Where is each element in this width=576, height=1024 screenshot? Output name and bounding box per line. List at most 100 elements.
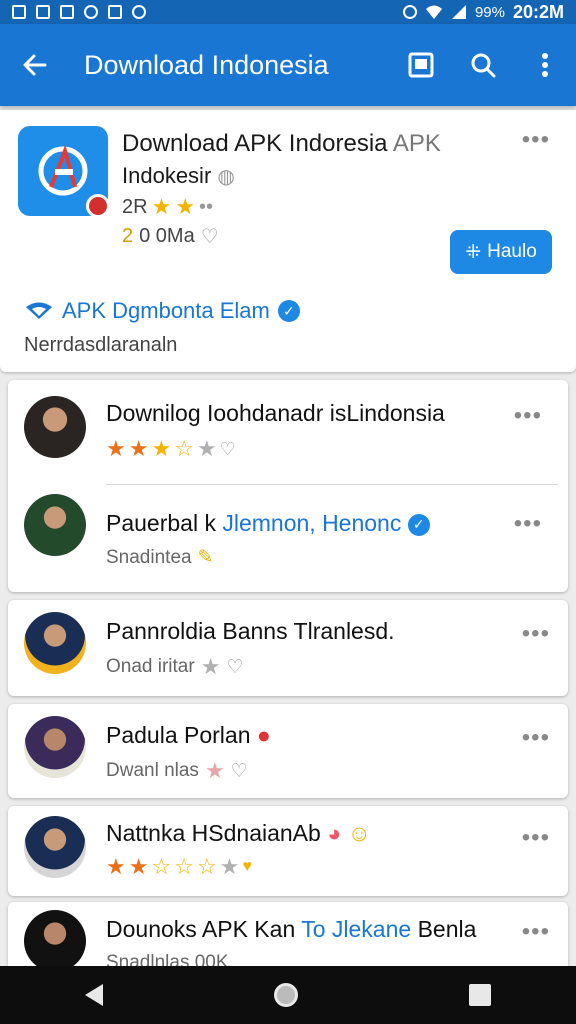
more-button[interactable]: ••• <box>522 824 550 852</box>
item-subtitle-text: Snadintea <box>106 546 192 568</box>
status-bar: 99% 20:2M <box>0 0 576 24</box>
star-icon: ★ <box>106 436 126 461</box>
install-button[interactable]: ⁜ Haulo <box>450 230 552 274</box>
size-text: 0 0Ma <box>139 225 195 247</box>
app-logo-icon <box>38 144 88 196</box>
developer-link[interactable]: APK Dgmbonta Elam ✓ <box>24 298 300 324</box>
list-item[interactable]: Pannroldia Banns Tlranlesd. Onad iritar … <box>8 600 568 696</box>
thumbs-up-icon: ♡ <box>200 226 219 248</box>
more-vert-icon <box>542 53 548 77</box>
emoji-icon: ● <box>256 722 271 748</box>
app-detail-card[interactable]: Download APK Indoresia APK Indokesir ◍ 2… <box>0 110 576 372</box>
clock: 20:2M <box>512 1 564 22</box>
verified-icon: ✓ <box>277 300 300 322</box>
mail-icon <box>108 5 122 19</box>
more-options-button[interactable] <box>514 24 576 106</box>
list-item[interactable]: Downilog Ioohdanadr isLindonsia ★ ★ ★ ☆ … <box>0 380 568 480</box>
heart-icon: ♡ <box>226 656 244 678</box>
list-item[interactable]: Padula Porlan ● Dwanl nlas ★ ♡ ••• <box>8 704 568 798</box>
bookmark-button[interactable] <box>390 24 452 106</box>
star-outline-icon: ☆ <box>196 854 217 879</box>
app-size: 2 0 0Ma ♡ <box>122 224 219 249</box>
item-title: Dounoks APK Kan To Jlekane Benla <box>106 916 476 943</box>
star-icon: ★ <box>196 436 217 461</box>
more-button[interactable]: ••• <box>514 510 542 538</box>
emoji-icon: ◕ <box>327 820 342 846</box>
item-title-highlight: To Jlekane <box>301 916 412 942</box>
more-button[interactable]: ••• <box>522 918 550 946</box>
signal-icon <box>451 5 466 19</box>
back-button[interactable] <box>0 24 70 106</box>
bookmark-icon <box>408 52 434 78</box>
item-title: Nattnka HSdnaianAb ◕ ☺ <box>106 820 371 847</box>
divider <box>106 484 558 485</box>
notification-icon <box>36 5 50 19</box>
search-button[interactable] <box>452 24 514 106</box>
star-icon: ★ <box>219 854 240 879</box>
star-half-icon: ★ <box>151 436 172 461</box>
install-icon: ⁜ <box>465 241 482 263</box>
item-title: Pauerbal k Jlemnon, Henonc ✓ <box>106 510 430 537</box>
app-title: Download APK Indoresia APK <box>122 128 502 160</box>
wifi-icon <box>26 302 52 319</box>
more-button[interactable]: ••• <box>522 724 550 752</box>
list-item[interactable]: Pauerbal k Jlemnon, Henonc ✓ Snadintea ✎… <box>0 488 568 592</box>
rating-stars: ★ ★ ☆ ☆ ☆ ★ ♥ <box>106 854 252 880</box>
more-button[interactable]: ••• <box>514 402 542 430</box>
heart-icon: ♡ <box>230 760 248 782</box>
app-bar: Download Indonesia <box>0 24 576 106</box>
rating-text: 2R <box>122 195 148 218</box>
item-subtitle: Dwanl nlas ★ ♡ <box>106 758 248 784</box>
star-icon: ★ <box>204 758 225 783</box>
star-outline-icon: ☆ <box>151 854 172 879</box>
avatar <box>24 396 86 458</box>
battery-percentage: 99% <box>474 3 505 21</box>
nav-recents-button[interactable] <box>468 984 491 1006</box>
rating-stars: ★ ★ ★ ☆ ★ ♡ <box>106 436 236 462</box>
item-subtitle-text: Dwanl nlas <box>106 760 199 781</box>
app-title-main: Download APK Indoresia <box>122 130 388 157</box>
more-button[interactable]: ••• <box>522 620 550 648</box>
install-label: Haulo <box>487 241 537 262</box>
item-subtitle: Onad iritar ★ ♡ <box>106 654 243 680</box>
item-title-main: Dounoks APK Kan <box>106 916 296 942</box>
app-subtitle: Indokesir ◍ <box>122 160 235 193</box>
nav-back-button[interactable] <box>85 984 104 1006</box>
star-icon: ★ <box>128 436 149 461</box>
notification-icon <box>84 5 98 19</box>
notification-icon <box>132 5 146 19</box>
item-title-highlight: Jlemnon, Henonc <box>222 510 402 536</box>
app-rating: 2R ★ ★ •• <box>122 194 213 220</box>
app-subtitle-text: Indokesir <box>122 163 212 188</box>
item-title-text: Padula Porlan <box>106 722 251 748</box>
dots-icon: •• <box>199 195 214 218</box>
alarm-icon <box>402 5 417 19</box>
avatar <box>24 612 86 674</box>
item-title: Pannroldia Banns Tlranlesd. <box>106 618 395 644</box>
avatar <box>24 716 86 778</box>
arrow-left-icon <box>23 54 47 76</box>
item-title-main: Pauerbal k <box>106 510 216 536</box>
star-outline-icon: ☆ <box>174 854 194 879</box>
app-icon[interactable] <box>18 126 110 218</box>
badge-icon <box>86 194 110 218</box>
notification-icon <box>60 5 74 19</box>
item-subtitle-text: Onad iritar <box>106 656 195 677</box>
avatar <box>24 816 86 878</box>
item-title-tail: Benla <box>417 916 477 942</box>
verified-icon: ✓ <box>407 513 430 536</box>
emoji-icon: ☺ <box>347 820 371 846</box>
list-item[interactable]: Nattnka HSdnaianAb ◕ ☺ ★ ★ ☆ ☆ ☆ ★ ♥ ••• <box>8 806 568 896</box>
app-more-button[interactable]: ••• <box>522 126 550 154</box>
system-nav-bar <box>0 966 576 1024</box>
star-icon: ★ <box>106 854 126 879</box>
item-subtitle: Snadintea ✎ <box>106 546 214 569</box>
item-title: Downilog Ioohdanadr isLindonsia <box>106 400 445 426</box>
shield-icon: ◍ <box>217 166 235 188</box>
app-title-muted: APK <box>392 130 441 157</box>
size-number: 2 <box>122 225 134 247</box>
page-title: Download Indonesia <box>84 49 329 80</box>
item-title-text: Nattnka HSdnaianAb <box>106 820 321 846</box>
nav-home-button[interactable] <box>273 983 298 1007</box>
thumbs-up-icon: ♡ <box>219 438 236 459</box>
